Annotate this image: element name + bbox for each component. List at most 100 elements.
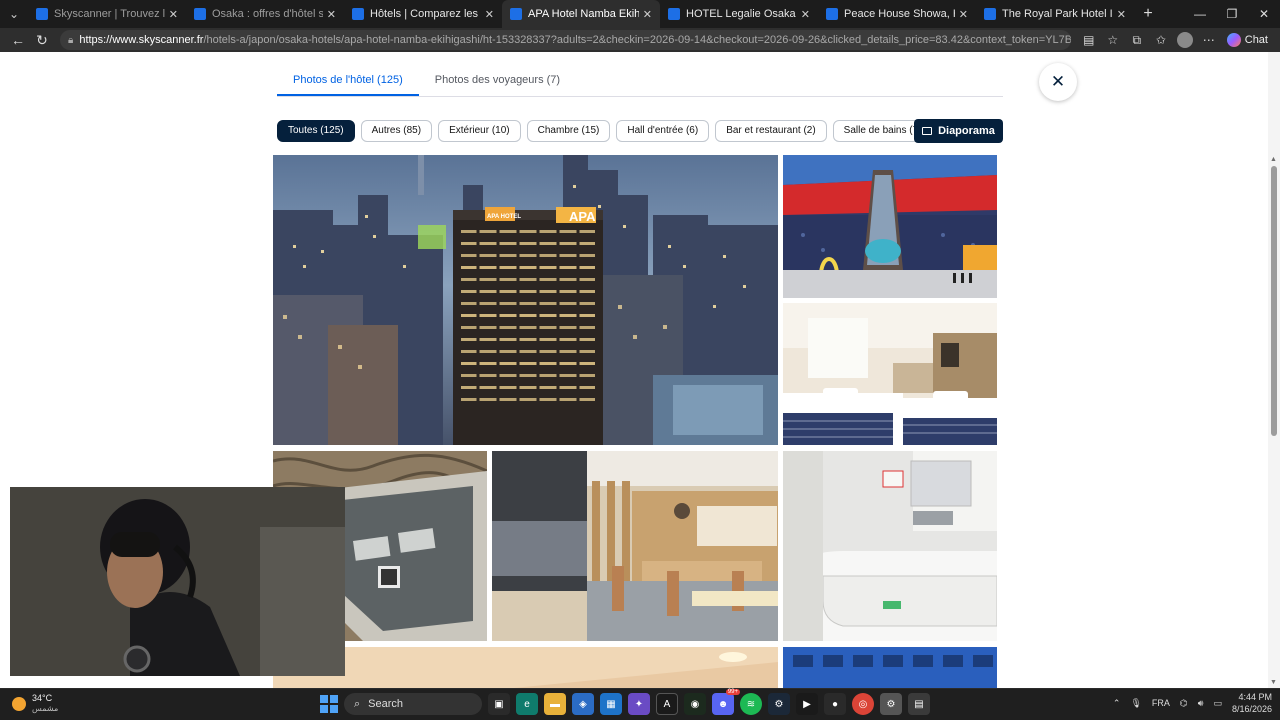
- browser-tab-5[interactable]: Peace House Showa, Hôtels à Osaka ✕: [818, 0, 976, 28]
- windows-taskbar: 34°C مشمس ⌕ Search ▣ e ▬ ◈ ▦ ✦ A ◉ ☻ 99+ ≋…: [0, 688, 1280, 720]
- photo-room-ceiling[interactable]: [273, 647, 778, 688]
- tab-title: Osaka : offres d'hôtel sur Skyscanner: [212, 8, 323, 20]
- close-tab-icon[interactable]: ✕: [959, 8, 968, 21]
- tab-title: HOTEL Legalie Osaka Shinsekai, Hôtel: [686, 8, 797, 20]
- slideshow-icon: [922, 127, 933, 135]
- url-field[interactable]: 🔒︎ https://www.skyscanner.fr/hotels-a/ja…: [60, 30, 1071, 50]
- reader-view-icon[interactable]: ▤: [1077, 28, 1101, 52]
- photo-bathroom[interactable]: [783, 451, 997, 641]
- microphone-icon[interactable]: 🎙︎: [1130, 698, 1141, 709]
- browser-tab-0[interactable]: Skyscanner | Trouvez le vol pas cher ✕: [28, 0, 186, 28]
- tab-title: Peace House Showa, Hôtels à Osaka: [844, 8, 955, 20]
- teams-icon[interactable]: ✦: [628, 693, 650, 715]
- tab-actions-menu-icon[interactable]: ⌄: [0, 0, 28, 28]
- copilot-icon: [1226, 33, 1241, 47]
- photo-hotel-exterior-night[interactable]: APA APA HOTEL: [273, 155, 778, 445]
- close-tab-icon[interactable]: ✕: [327, 8, 336, 21]
- taskbar-apps: ⌕ Search ▣ e ▬ ◈ ▦ ✦ A ◉ ☻ 99+ ≋ ⚙ ▶ ● ◎ ⚙…: [320, 689, 930, 715]
- minimize-icon[interactable]: —: [1184, 0, 1216, 28]
- facade-illustration: [783, 647, 997, 688]
- filter-chip-room[interactable]: Chambre (15): [526, 120, 611, 142]
- steam-icon[interactable]: ⚙: [768, 693, 790, 715]
- close-tab-icon[interactable]: ✕: [1117, 8, 1126, 21]
- tray-overflow-icon[interactable]: ⌃: [1113, 698, 1121, 709]
- browser-tab-6[interactable]: The Royal Park Hotel Iconic Osaka ✕: [976, 0, 1134, 28]
- slideshow-label: Diaporama: [938, 125, 995, 137]
- back-icon[interactable]: ←: [6, 28, 30, 52]
- skyscanner-favicon-icon: [984, 8, 996, 20]
- file-explorer-icon[interactable]: ▬: [544, 693, 566, 715]
- scroll-up-icon[interactable]: ▲: [1270, 156, 1277, 163]
- weather-description: مشمس: [32, 704, 59, 713]
- bathroom-illustration: [783, 451, 997, 641]
- restaurant-illustration: [492, 451, 778, 641]
- favorite-star-icon[interactable]: ☆: [1101, 28, 1125, 52]
- close-gallery-icon[interactable]: ✕: [1039, 63, 1077, 101]
- browser-tab-4[interactable]: HOTEL Legalie Osaka Shinsekai, Hôtel ✕: [660, 0, 818, 28]
- copilot-chat-button[interactable]: Chat: [1221, 33, 1274, 47]
- app-icon-2[interactable]: ▶: [796, 693, 818, 715]
- close-tab-icon[interactable]: ✕: [801, 8, 810, 21]
- filter-chip-exterior[interactable]: Extérieur (10): [438, 120, 521, 142]
- volume-icon[interactable]: 🔊︎: [1198, 698, 1204, 709]
- filter-chip-bar-restaurant[interactable]: Bar et restaurant (2): [715, 120, 827, 142]
- language-indicator[interactable]: FRA: [1152, 698, 1170, 708]
- browser-tab-3[interactable]: APA Hotel Namba Ekihigashi, Hôtel ✕: [502, 0, 660, 28]
- scroll-down-icon[interactable]: ▼: [1270, 679, 1277, 686]
- battery-icon[interactable]: ▭: [1213, 698, 1222, 709]
- weather-widget[interactable]: 34°C مشمس: [12, 693, 58, 714]
- skyscanner-favicon-icon: [668, 8, 680, 20]
- favorites-icon[interactable]: ✩: [1149, 28, 1173, 52]
- tab-hotel-photos[interactable]: Photos de l'hôtel (125): [277, 66, 419, 96]
- skyscanner-favicon-icon: [826, 8, 838, 20]
- close-window-icon[interactable]: ✕: [1248, 0, 1280, 28]
- terminal-icon[interactable]: A: [656, 693, 678, 715]
- search-icon: ⌕: [354, 697, 361, 710]
- settings-icon[interactable]: ⚙: [880, 693, 902, 715]
- calculator-icon[interactable]: ▤: [908, 693, 930, 715]
- photo-aquarium-exterior[interactable]: [783, 155, 997, 298]
- obs-icon[interactable]: ●: [824, 693, 846, 715]
- photo-restaurant[interactable]: [492, 451, 778, 641]
- refresh-icon[interactable]: ↻: [30, 28, 54, 52]
- filter-chip-all[interactable]: Toutes (125): [277, 120, 355, 142]
- scrollbar-thumb[interactable]: [1271, 166, 1277, 436]
- skyscanner-favicon-icon: [36, 8, 48, 20]
- browser-tab-1[interactable]: Osaka : offres d'hôtel sur Skyscanner ✕: [186, 0, 344, 28]
- windows-start-icon[interactable]: [320, 695, 338, 713]
- taskbar-search[interactable]: ⌕ Search: [344, 693, 482, 715]
- restore-icon[interactable]: ❐: [1216, 0, 1248, 28]
- hotel-sign-apa-hotel: APA HOTEL: [487, 214, 521, 220]
- slideshow-button[interactable]: Diaporama: [914, 119, 1003, 143]
- page-scrollbar[interactable]: ▲ ▼: [1268, 52, 1280, 688]
- skyscanner-favicon-icon: [352, 8, 364, 20]
- chat-label: Chat: [1244, 34, 1268, 46]
- close-tab-icon[interactable]: ✕: [643, 8, 652, 21]
- close-tab-icon[interactable]: ✕: [169, 8, 178, 21]
- filter-chip-other[interactable]: Autres (85): [360, 120, 433, 142]
- discord-icon[interactable]: ☻ 99+: [712, 689, 740, 715]
- photo-building-facade[interactable]: [783, 647, 997, 688]
- url-host: https://www.skyscanner.fr: [79, 34, 204, 46]
- chrome-icon[interactable]: ◎: [852, 693, 874, 715]
- store-icon[interactable]: ▦: [600, 693, 622, 715]
- edge-icon[interactable]: e: [516, 693, 538, 715]
- app-icon-1[interactable]: ◈: [572, 693, 594, 715]
- profile-avatar[interactable]: [1173, 28, 1197, 52]
- search-placeholder: Search: [368, 698, 404, 710]
- xbox-icon[interactable]: ◉: [684, 693, 706, 715]
- sun-icon: [12, 696, 26, 711]
- photo-twin-room[interactable]: [783, 303, 997, 445]
- task-view-icon[interactable]: ▣: [488, 693, 510, 715]
- more-options-icon[interactable]: ⋯: [1197, 28, 1221, 52]
- hotel-night-illustration: APA APA HOTEL: [273, 155, 778, 445]
- new-tab-icon[interactable]: +: [1134, 5, 1162, 23]
- extensions-icon[interactable]: ⧉: [1125, 28, 1149, 52]
- clock[interactable]: 4:44 PM 8/16/2026: [1232, 691, 1272, 715]
- tab-traveller-photos[interactable]: Photos des voyageurs (7): [419, 66, 576, 96]
- filter-chip-lobby[interactable]: Hall d'entrée (6): [616, 120, 710, 142]
- close-tab-icon[interactable]: ✕: [485, 8, 494, 21]
- browser-tab-2[interactable]: Hôtels | Comparez les offres d'hôtel ✕: [344, 0, 502, 28]
- spotify-icon[interactable]: ≋: [740, 693, 762, 715]
- network-icon[interactable]: ⌬: [1180, 698, 1188, 709]
